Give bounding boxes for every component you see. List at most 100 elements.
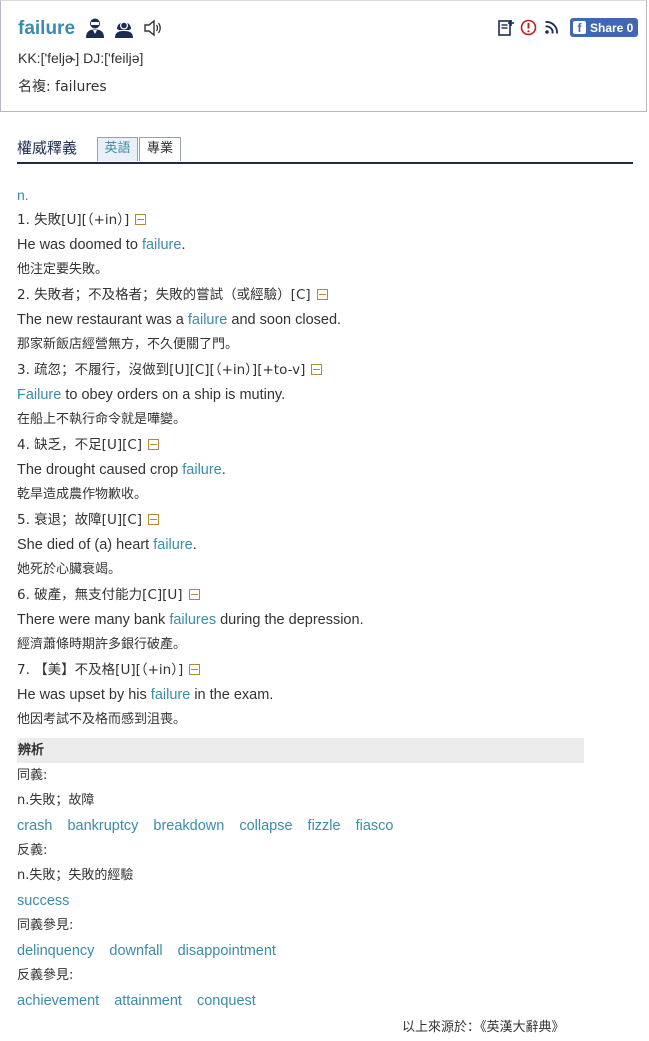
example-sentence: The drought caused crop failure. [17,460,637,485]
see-antonym-list: achievement attainment conquest [17,990,637,1015]
tab-professional[interactable]: 專業 [139,137,181,161]
highlighted-headword: failure [187,312,228,328]
collapse-icon[interactable] [311,364,323,375]
example-text: He was upset by his [17,687,151,703]
rss-icon[interactable] [543,18,560,37]
synonym-label: 同義: [17,768,48,783]
related-word-link[interactable]: bankruptcy [67,818,138,834]
example-text: to obey orders on a ship is mutiny. [61,387,286,403]
antonym-list: success [17,890,637,915]
sense-definition: 3. 疏忽；不履行，沒做到[U][C][（+in）][+to-v] [17,360,637,385]
highlighted-headword: failures [169,612,217,628]
tab-english[interactable]: 英語 [97,137,138,161]
report-icon[interactable] [520,18,537,37]
example-translation: 她死於心臟衰竭。 [17,562,122,577]
highlighted-headword: failure [141,237,182,253]
related-word-link[interactable]: downfall [109,943,162,959]
sense-definition-text: 1. 失敗[U][（+in）] [17,212,130,228]
collapse-icon[interactable] [316,289,328,300]
sense-definition-text: 6. 破產，無支付能力[C][U] [17,587,183,603]
see-synonym-label: 同義參見: [17,918,74,933]
collapse-icon[interactable] [148,439,160,450]
example-translation: 他因考試不及格而感到沮喪。 [17,712,187,727]
sense-definition: 4. 缺乏，不足[U][C] [17,435,637,460]
example-text: during the depression. [216,612,364,628]
sense-definition: 7. 【美】不及格[U][（+in）] [17,660,637,685]
example-text: The drought caused crop [17,462,183,478]
related-word-link[interactable]: breakdown [153,818,224,834]
synonym-list: crash bankruptcy breakdown collapse fizzle fi… [17,815,637,840]
example-translation: 經濟蕭條時期許多銀行破產。 [17,637,187,652]
toolbar: f Share 0 [497,18,639,37]
share-label: Share 0 [590,20,634,35]
sense-definition-text: 4. 缺乏，不足[U][C] [17,437,143,453]
definition-section-header: 權威釋義 英語 專業 [17,134,633,164]
example-sentence: He was doomed to failure. [17,235,637,260]
source-credit: 以上來源於：《英漢大辭典》 [402,1020,565,1035]
section-title: 權威釋義 [17,139,78,157]
example-translation: 在船上不執行命令就是嘩變。 [17,412,187,427]
example-sentence: There were many bank failures during the… [17,610,637,635]
highlighted-headword: Failure [17,387,62,403]
speaker-icon[interactable] [143,17,163,39]
sense-definition: 6. 破產，無支付能力[C][U] [17,585,637,610]
example-sentence: Failure to obey orders on a ship is muti… [17,385,637,410]
pronunciation: KK:['feljɚ] DJ:['feiljə] [18,50,144,66]
example-text: He was doomed to [17,237,142,253]
related-word-link[interactable]: attainment [114,993,182,1009]
see-antonym-label: 反義參見: [17,968,74,983]
related-word-link[interactable]: achievement [17,993,99,1009]
example-text: The new restaurant was a [17,312,188,328]
example-text: and soon closed. [227,312,342,328]
example-translation: 他注定要失敗。 [17,262,109,277]
highlighted-headword: failure [153,537,193,553]
example-translation: 那家新飯店經營無方，不久便關了門。 [17,337,239,352]
facebook-share-button[interactable]: f Share 0 [570,18,639,37]
word-header: failure KK:['feljɚ] DJ:['feiljə] 名複: fai… [0,0,647,112]
related-word-link[interactable]: fiasco [356,818,394,834]
example-sentence: He was upset by his failure in the exam. [17,685,637,710]
see-synonym-list: delinquency downfall disappointment [17,940,637,965]
sense-definition-text: 3. 疏忽；不履行，沒做到[U][C][（+in）][+to-v] [17,362,306,378]
related-word-link[interactable]: fizzle [308,818,341,834]
related-word-link[interactable]: disappointment [178,943,276,959]
headword: failure [18,18,76,39]
related-word-link[interactable]: conquest [197,993,256,1009]
sense-definition-text: 7. 【美】不及格[U][（+in）] [17,662,184,678]
example-sentence: The new restaurant was a failure and soo… [17,310,637,335]
sense-definition: 2. 失敗者；不及格者；失敗的嘗試（或經驗）[C] [17,285,637,310]
facebook-icon: f [573,21,586,35]
related-word-link[interactable]: collapse [239,818,292,834]
collapse-icon[interactable] [135,214,147,225]
related-word-link[interactable]: delinquency [17,943,94,959]
wordbook-icon[interactable] [497,18,514,37]
example-text: in the exam. [190,687,274,703]
definition-list: n. 1. 失敗[U][（+in）] He was doomed to failu… [17,185,637,735]
related-words: 同義: n.失敗；故障 crash bankruptcy breakdown coll… [17,765,637,1015]
example-translation: 乾旱造成農作物歉收。 [17,487,148,502]
sense-definition-text: 2. 失敗者；不及格者；失敗的嘗試（或經驗）[C] [17,287,311,303]
example-text: . [181,237,186,253]
collapse-icon[interactable] [188,589,200,600]
related-word-link[interactable]: success [17,893,69,909]
female-voice-icon[interactable] [114,17,134,39]
sense-definition: 1. 失敗[U][（+in）] [17,210,637,235]
antonym-sense: n.失敗；失敗的經驗 [17,868,134,883]
sense-definition: 5. 衰退；故障[U][C] [17,510,637,535]
male-voice-icon[interactable] [85,17,105,39]
voice-icons [85,17,163,39]
example-text: There were many bank [17,612,170,628]
example-sentence: She died of (a) heart failure. [17,535,637,560]
highlighted-headword: failure [182,462,222,478]
collapse-icon[interactable] [189,664,201,675]
example-text: She died of (a) heart [17,537,154,553]
example-text: . [192,537,197,553]
collapse-icon[interactable] [148,514,160,525]
related-word-link[interactable]: crash [17,818,52,834]
antonym-label: 反義: [17,843,48,858]
sense-definition-text: 5. 衰退；故障[U][C] [17,512,143,528]
part-of-speech: n. [17,187,29,203]
synonym-sense: n.失敗；故障 [17,793,95,808]
analysis-header: 辨析 [17,738,584,763]
example-text: . [221,462,226,478]
